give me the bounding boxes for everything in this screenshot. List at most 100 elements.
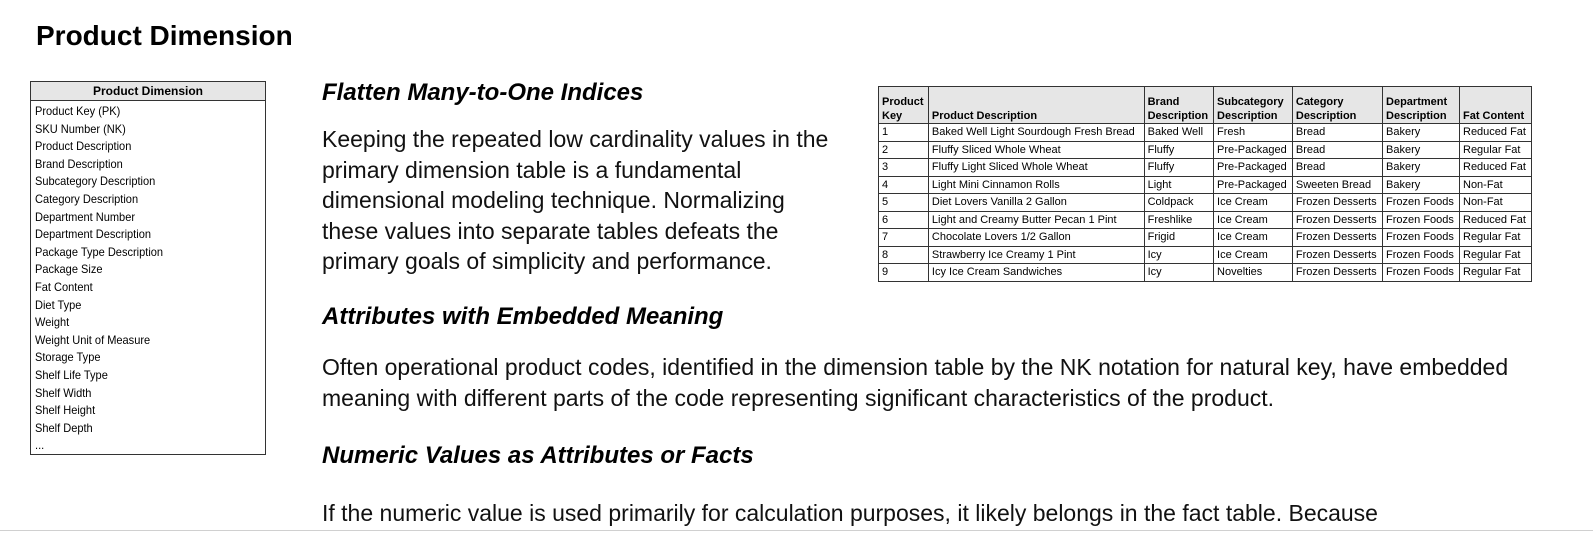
table-row: 2 Fluffy Sliced Whole Wheat Fluffy Pre-Pack… [878, 140, 1532, 159]
table-cell: Pre-Packaged [1213, 140, 1293, 159]
table-cell: Frozen Desserts [1291, 210, 1384, 229]
table-cell: Pre-Packaged [1213, 158, 1293, 177]
table-cell: Bakery [1382, 175, 1460, 194]
table-cell: Frozen Foods [1382, 245, 1460, 264]
table-header-text: Description [1147, 110, 1209, 122]
table-cell: Icy [1143, 245, 1215, 264]
attribute-item: ... [35, 438, 45, 453]
table-cell: Reduced Fat [1459, 123, 1532, 142]
table-cell: Bread [1291, 140, 1384, 159]
table-cell: Bakery [1382, 123, 1460, 142]
table-cell: Non-Fat [1459, 175, 1532, 194]
table-header-cell: Fat Content [1459, 86, 1532, 124]
attribute-item: Department Number [35, 209, 136, 224]
product-dimension-attribute-box: Product Dimension Product Key (PK) SKU Nu… [30, 81, 266, 455]
attribute-item: Weight Unit of Measure [35, 332, 151, 347]
page-title: Product Dimension [36, 20, 293, 51]
table-cell: Regular Fat [1459, 245, 1532, 264]
attribute-item: Shelf Depth [35, 420, 93, 435]
table-row: 3 Fluffy Light Sliced Whole Wheat Fluffy Pr… [878, 158, 1532, 177]
table-cell: Fluffy Sliced Whole Wheat [927, 140, 1145, 159]
attribute-item: Product Key (PK) [35, 104, 121, 118]
table-cell: 6 [878, 210, 929, 229]
table-header-text: Key [882, 110, 903, 122]
table-cell: Ice Cream [1213, 210, 1293, 229]
table-cell: 8 [878, 245, 929, 264]
attribute-item: Product Description [35, 139, 132, 154]
table-header-text: Description [1217, 110, 1278, 122]
section-body-numeric-values: If the numeric value is used primarily f… [322, 500, 1378, 526]
table-cell: Frozen Desserts [1291, 245, 1384, 264]
table-cell: Baked Well Light Sourdough Fresh Bread [927, 123, 1145, 142]
table-cell: Bakery [1382, 158, 1460, 177]
table-cell: Chocolate Lovers 1/2 Gallon [927, 228, 1145, 247]
attribute-item: Diet Type [35, 297, 82, 312]
sample-product-table: Product Key Product Description Brand Descri… [878, 86, 1532, 282]
table-cell: Sweeten Bread [1291, 175, 1384, 194]
section-body-embedded-meaning: Often operational product codes, identif… [322, 354, 1509, 411]
table-cell: Baked Well [1143, 123, 1215, 142]
table-cell: Ice Cream [1213, 228, 1293, 247]
table-cell: Fresh [1213, 123, 1293, 142]
table-body: 1 Baked Well Light Sourdough Fresh Bread B… [878, 123, 1532, 282]
table-cell: 4 [878, 175, 929, 194]
table-cell: Bakery [1382, 140, 1460, 159]
attribute-item: Fat Content [35, 279, 93, 294]
table-cell: Ice Cream [1213, 245, 1293, 264]
table-header-text: Description [1295, 110, 1357, 122]
attribute-item: Package Size [35, 262, 103, 277]
table-header-text: Category [1295, 96, 1344, 108]
table-row: 4 Light Mini Cinnamon Rolls Light Pre-Packa… [878, 175, 1532, 194]
table-cell: Frozen Foods [1382, 193, 1460, 212]
table-cell: Light [1143, 175, 1215, 194]
table-cell: Frigid [1143, 228, 1215, 247]
table-cell: Light Mini Cinnamon Rolls [927, 175, 1145, 194]
section-heading-numeric-values: Numeric Values as Attributes or Facts [322, 442, 754, 469]
attribute-item: Shelf Width [35, 385, 92, 400]
attribute-item: Category Description [35, 191, 139, 206]
table-header-text: Product Description [931, 110, 1038, 122]
table-header-text [932, 95, 1141, 109]
table-cell: 7 [878, 228, 929, 247]
table-cell: Frozen Foods [1382, 228, 1460, 247]
attribute-item: Weight [35, 315, 70, 330]
table-header-text: Subcategory [1217, 96, 1284, 108]
table-row: 1 Baked Well Light Sourdough Fresh Bread B… [878, 123, 1532, 142]
table-cell: 2 [878, 140, 929, 159]
table-cell: Coldpack [1143, 193, 1215, 212]
page-bottom-divider [0, 530, 1593, 531]
table-cell: Icy Ice Cream Sandwiches [927, 263, 1145, 282]
table-cell: Bread [1291, 158, 1384, 177]
table-row: 5 Diet Lovers Vanilla 2 Gallon Coldpack Ice… [878, 193, 1532, 212]
table-cell: Icy [1143, 263, 1215, 282]
table-cell: Diet Lovers Vanilla 2 Gallon [927, 193, 1145, 212]
table-cell: Fluffy Light Sliced Whole Wheat [927, 158, 1145, 177]
table-cell: Regular Fat [1459, 263, 1532, 282]
attribute-box-header: Product Dimension [31, 82, 265, 101]
table-cell: Novelties [1213, 263, 1293, 282]
table-cell: 3 [878, 158, 929, 177]
table-cell: Fluffy [1143, 158, 1215, 177]
table-header-cell: Department Description [1382, 86, 1460, 124]
table-cell: 5 [878, 193, 929, 212]
table-header-cell: Subcategory Description [1213, 86, 1293, 124]
table-cell: Strawberry Ice Creamy 1 Pint [927, 245, 1145, 264]
table-cell: Pre-Packaged [1213, 175, 1293, 194]
table-header-text: Fat Content [1463, 110, 1525, 122]
attribute-item: Subcategory Description [35, 174, 156, 189]
table-cell: Frozen Foods [1382, 210, 1460, 229]
attribute-item: SKU Number (NK) [35, 121, 126, 136]
attribute-item: Package Type Description [35, 244, 164, 259]
table-cell: Bread [1291, 123, 1384, 142]
table-cell: Ice Cream [1213, 193, 1293, 212]
table-cell: Light and Creamy Butter Pecan 1 Pint [927, 210, 1145, 229]
table-cell: Frozen Desserts [1291, 193, 1384, 212]
table-header-text: Product [882, 96, 924, 108]
table-header-text [1463, 95, 1528, 109]
table-cell: 1 [878, 123, 929, 142]
table-header-row: Product Key Product Description Brand Descri… [878, 86, 1532, 124]
section-heading-flatten: Flatten Many-to-One Indices [322, 79, 644, 106]
table-cell: Frozen Foods [1382, 263, 1460, 282]
table-header-cell: Brand Description [1143, 86, 1215, 124]
table-cell: Frozen Desserts [1291, 263, 1384, 282]
